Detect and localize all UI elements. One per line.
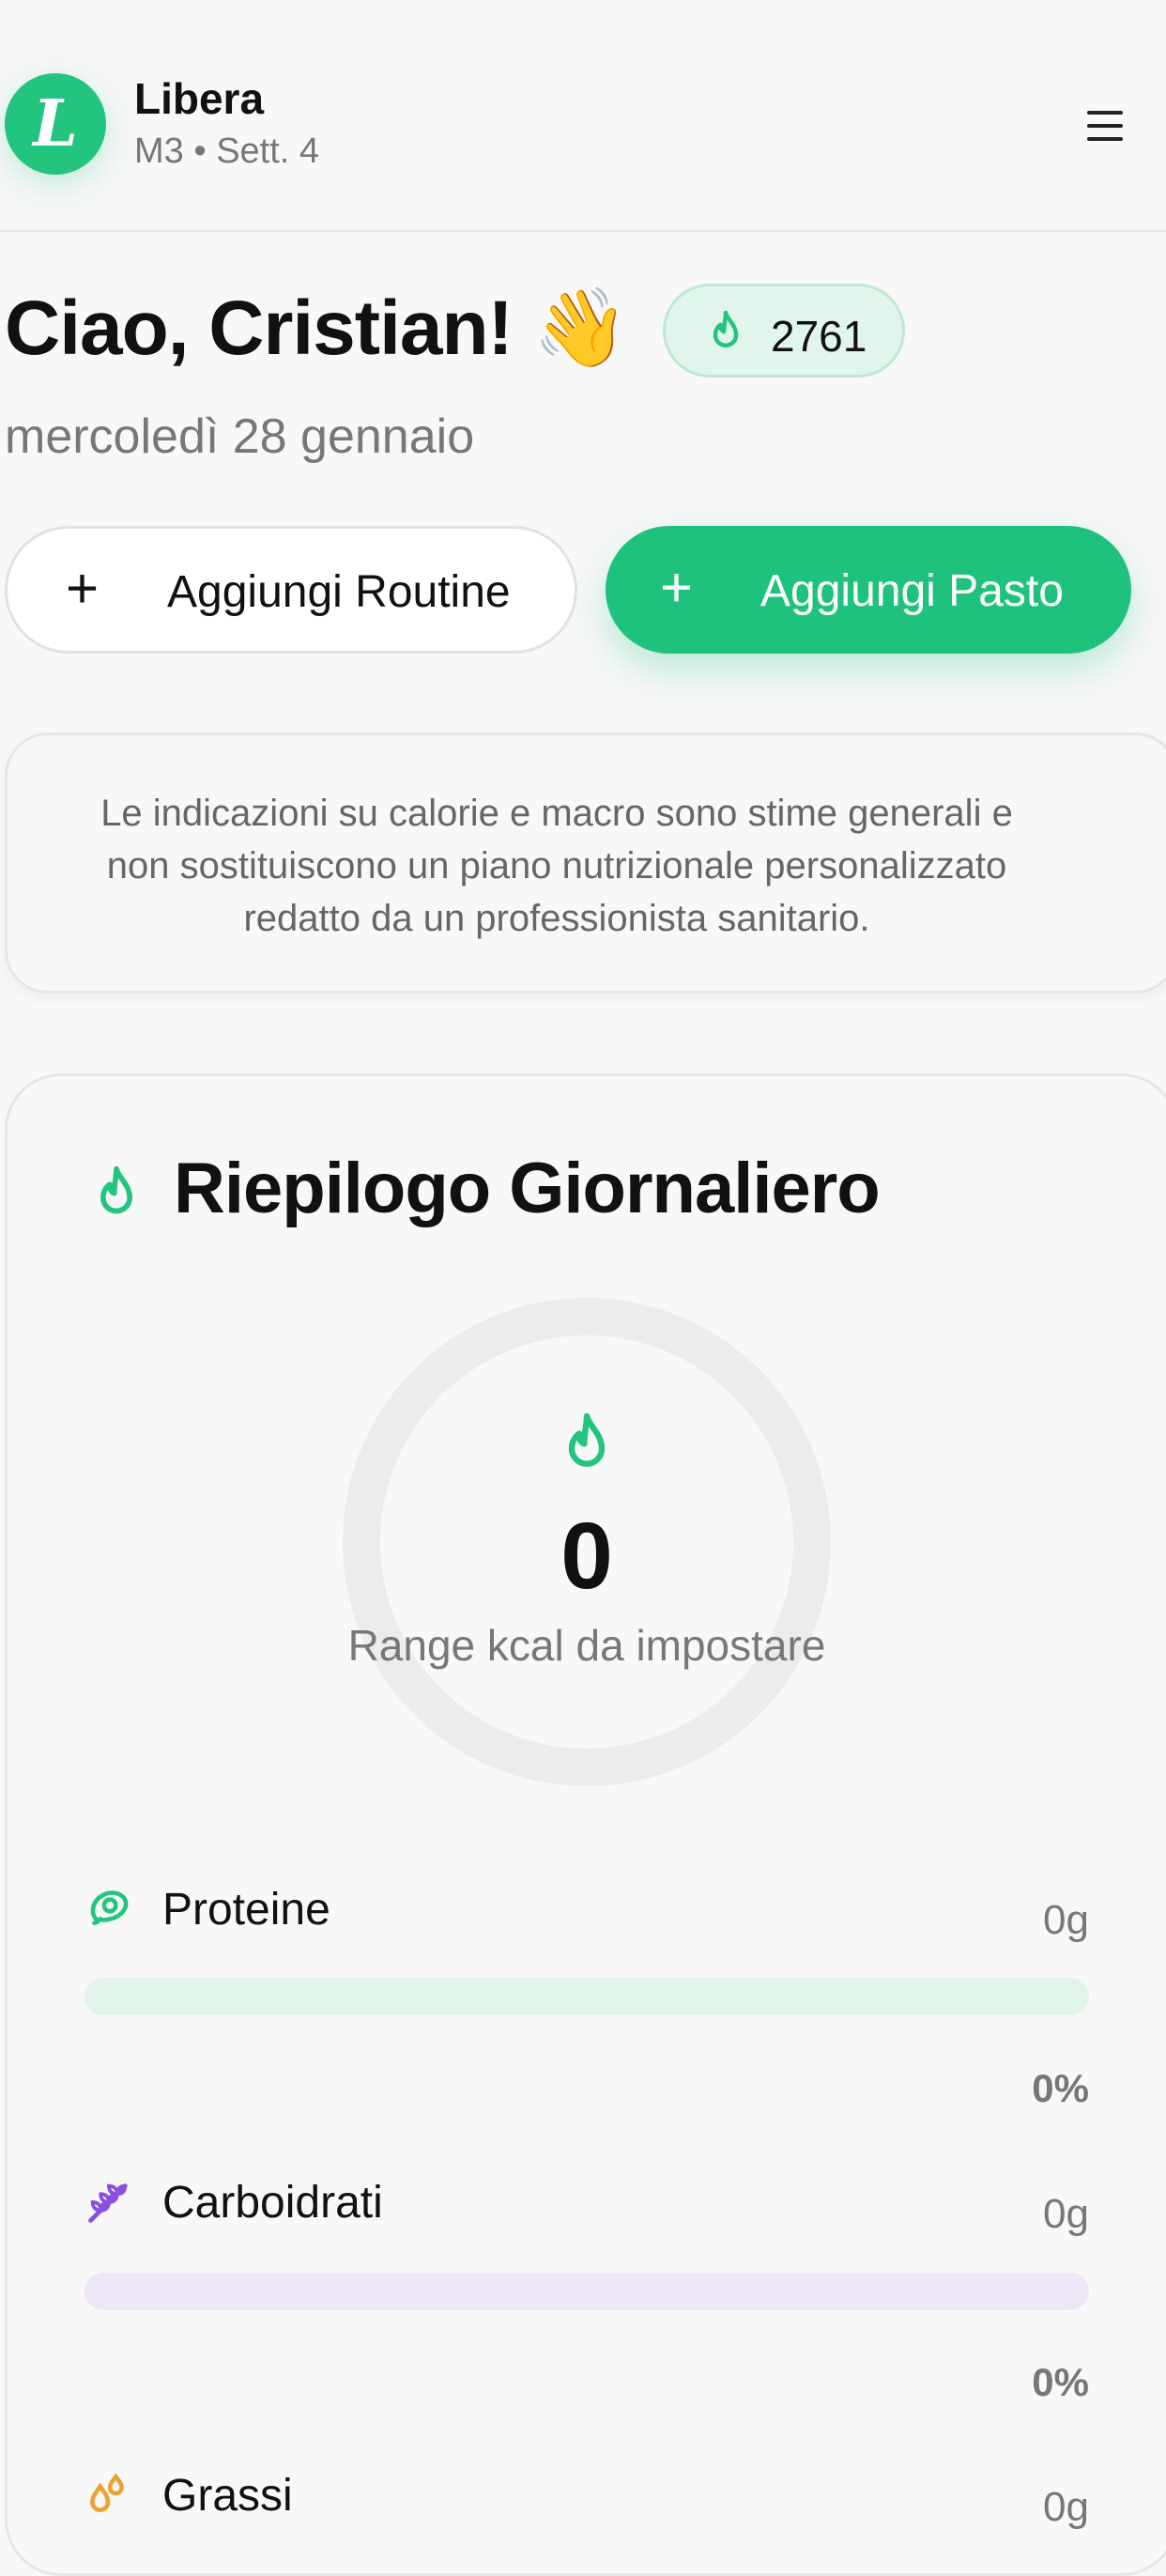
flame-icon	[100, 1165, 132, 1214]
brand-name: Libera	[134, 74, 265, 123]
logo-initial: L	[33, 86, 78, 162]
app-logo[interactable]: L	[5, 73, 106, 175]
wheat-icon	[88, 2183, 128, 2223]
macro-progress-bar-carboidrati	[84, 2273, 1089, 2310]
kcal-label: Range kcal da impostare	[347, 1621, 826, 1670]
disclaimer-card: Le indicazioni su calorie e macro sono s…	[5, 733, 1166, 994]
macro-value-carboidrati: 0g	[1043, 2191, 1089, 2237]
disclaimer-text: Le indicazioni su calorie e macro sono s…	[100, 793, 1013, 939]
flame-icon	[713, 310, 739, 347]
add-meal-button[interactable]: + Aggiungi Pasto	[606, 526, 1131, 654]
macro-name-grassi: Grassi	[162, 2471, 293, 2521]
add-routine-button[interactable]: + Aggiungi Routine	[5, 526, 577, 654]
current-date: mercoledì 28 gennaio	[5, 409, 475, 464]
plus-icon: +	[66, 557, 100, 620]
meat-icon	[90, 1890, 129, 1925]
plus-icon: +	[660, 556, 694, 619]
app-header: L Libera M3 • Sett. 4	[0, 0, 1166, 232]
streak-value: 2761	[771, 312, 867, 361]
greeting-title: Ciao, Cristian! 👋	[5, 285, 629, 371]
flame-icon	[568, 1412, 606, 1467]
streak-badge[interactable]: 2761	[663, 284, 905, 378]
macro-percent-proteine: 0%	[1032, 2066, 1089, 2110]
kcal-value: 0	[560, 1504, 613, 1609]
summary-title: Riepilogo Giornaliero	[174, 1149, 881, 1228]
brand-subtitle: M3 • Sett. 4	[134, 131, 320, 171]
macro-progress-bar-proteine	[84, 1978, 1089, 2015]
macro-percent-carboidrati: 0%	[1032, 2360, 1089, 2404]
hamburger-menu-icon[interactable]	[1080, 103, 1132, 148]
macro-name-carboidrati: Carboidrati	[162, 2178, 383, 2228]
add-routine-label: Aggiungi Routine	[167, 567, 511, 617]
macro-name-proteine: Proteine	[162, 1885, 330, 1935]
add-meal-label: Aggiungi Pasto	[760, 566, 1064, 616]
drops-icon	[90, 2473, 124, 2512]
macro-value-proteine: 0g	[1043, 1897, 1089, 1943]
